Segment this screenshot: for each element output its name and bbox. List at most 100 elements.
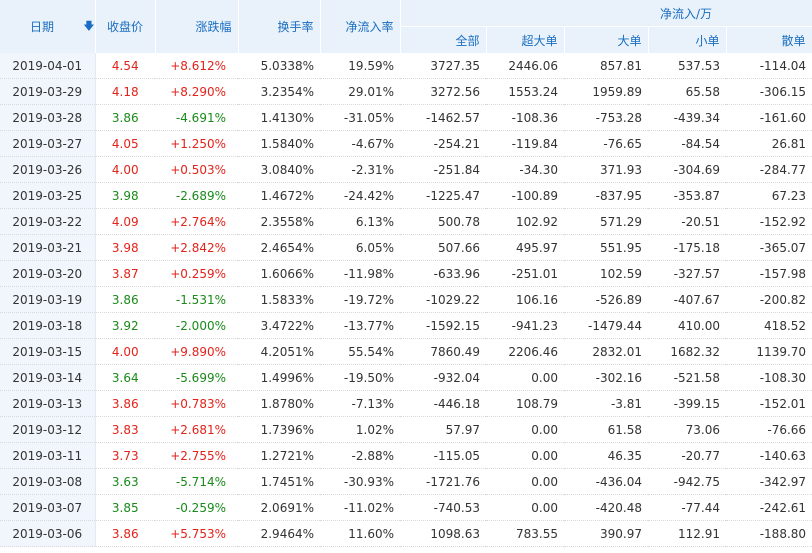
cell-net-inflow-all: 500.78 bbox=[400, 208, 486, 235]
cell-change-pct: -5.699% bbox=[155, 364, 238, 391]
cell-net-inflow-retail: -157.98 bbox=[726, 260, 812, 287]
column-header-super-large[interactable]: 超大单 bbox=[486, 26, 565, 53]
cell-net-inflow-all: -1592.15 bbox=[400, 312, 486, 339]
cell-close: 4.00 bbox=[95, 156, 155, 183]
cell-net-inflow-super-large: -108.36 bbox=[486, 104, 564, 131]
cell-change-pct: +1.250% bbox=[155, 130, 238, 157]
cell-net-inflow-small: 410.00 bbox=[648, 312, 726, 339]
cell-net-inflow-super-large: 106.16 bbox=[486, 286, 564, 313]
cell-net-inflow-small: -84.54 bbox=[648, 130, 726, 157]
cell-net-inflow-super-large: 0.00 bbox=[486, 442, 564, 469]
cell-change-pct: +9.890% bbox=[155, 338, 238, 365]
column-header-small[interactable]: 小单 bbox=[648, 26, 727, 53]
column-group-net-inflow: 净流入/万 bbox=[400, 0, 812, 27]
column-header-change-pct[interactable]: 涨跌幅 bbox=[155, 0, 239, 53]
table-row: 2019-03-27 4.05 +1.250% 1.5840% -4.67% -254.2… bbox=[0, 130, 812, 157]
cell-turnover: 2.4654% bbox=[238, 234, 320, 261]
cell-net-inflow-large: -436.04 bbox=[564, 468, 648, 495]
cell-close: 4.00 bbox=[95, 338, 155, 365]
table-row: 2019-03-22 4.09 +2.764% 2.3558% 6.13% 500.78 1… bbox=[0, 208, 812, 235]
column-header-retail[interactable]: 散单 bbox=[726, 26, 812, 53]
cell-net-inflow-large: -420.48 bbox=[564, 494, 648, 521]
table-row: 2019-03-21 3.98 +2.842% 2.4654% 6.05% 507.66 4… bbox=[0, 234, 812, 261]
column-header-large[interactable]: 大单 bbox=[564, 26, 649, 53]
cell-net-inflow-small: -327.57 bbox=[648, 260, 726, 287]
cell-turnover: 1.6066% bbox=[238, 260, 320, 287]
table-row: 2019-03-20 3.87 +0.259% 1.6066% -11.98% -633.… bbox=[0, 260, 812, 287]
cell-net-inflow-retail: -342.97 bbox=[726, 468, 812, 495]
cell-change-pct: -4.691% bbox=[155, 104, 238, 131]
cell-net-inflow-large: 390.97 bbox=[564, 520, 648, 547]
cell-net-inflow-all: -115.05 bbox=[400, 442, 486, 469]
cell-change-pct: +2.764% bbox=[155, 208, 238, 235]
table-row: 2019-03-25 3.98 -2.689% 1.4672% -24.42% -1225… bbox=[0, 182, 812, 209]
column-header-net-inflow-rate[interactable]: 净流入率 bbox=[320, 0, 401, 53]
cell-net-inflow-rate: -24.42% bbox=[320, 182, 400, 209]
cell-close: 3.86 bbox=[95, 520, 155, 547]
cell-net-inflow-large: 61.58 bbox=[564, 416, 648, 443]
cell-net-inflow-all: -1462.57 bbox=[400, 104, 486, 131]
cell-turnover: 1.4672% bbox=[238, 182, 320, 209]
cell-net-inflow-retail: -108.30 bbox=[726, 364, 812, 391]
cell-date: 2019-03-15 bbox=[0, 338, 96, 365]
cell-change-pct: +2.755% bbox=[155, 442, 238, 469]
cell-net-inflow-retail: -140.63 bbox=[726, 442, 812, 469]
cell-turnover: 2.0691% bbox=[238, 494, 320, 521]
cell-net-inflow-small: -942.75 bbox=[648, 468, 726, 495]
cell-turnover: 3.4722% bbox=[238, 312, 320, 339]
cell-date: 2019-03-06 bbox=[0, 520, 96, 547]
cell-date: 2019-03-22 bbox=[0, 208, 96, 235]
cell-net-inflow-retail: -284.77 bbox=[726, 156, 812, 183]
cell-change-pct: -0.259% bbox=[155, 494, 238, 521]
cell-net-inflow-large: -76.65 bbox=[564, 130, 648, 157]
column-header-all[interactable]: 全部 bbox=[400, 26, 487, 53]
cell-net-inflow-small: -77.44 bbox=[648, 494, 726, 521]
cell-net-inflow-retail: -200.82 bbox=[726, 286, 812, 313]
cell-net-inflow-retail: -306.15 bbox=[726, 78, 812, 105]
table-row: 2019-03-06 3.86 +5.753% 2.9464% 11.60% 1098.6… bbox=[0, 520, 812, 547]
cell-net-inflow-large: 46.35 bbox=[564, 442, 648, 469]
table-row: 2019-03-18 3.92 -2.000% 3.4722% -13.77% -1592… bbox=[0, 312, 812, 339]
cell-net-inflow-large: -837.95 bbox=[564, 182, 648, 209]
cell-net-inflow-all: 57.97 bbox=[400, 416, 486, 443]
cell-change-pct: +2.681% bbox=[155, 416, 238, 443]
table-row: 2019-03-29 4.18 +8.290% 3.2354% 29.01% 3272.5… bbox=[0, 78, 812, 105]
cell-date: 2019-03-13 bbox=[0, 390, 96, 417]
column-header-close[interactable]: 收盘价 bbox=[95, 0, 156, 53]
cell-net-inflow-small: -20.77 bbox=[648, 442, 726, 469]
cell-turnover: 1.4996% bbox=[238, 364, 320, 391]
cell-net-inflow-super-large: -119.84 bbox=[486, 130, 564, 157]
cell-net-inflow-retail: -161.60 bbox=[726, 104, 812, 131]
cell-date: 2019-04-01 bbox=[0, 53, 96, 79]
cell-net-inflow-all: -740.53 bbox=[400, 494, 486, 521]
cell-date: 2019-03-26 bbox=[0, 156, 96, 183]
cell-close: 3.86 bbox=[95, 286, 155, 313]
column-header-date[interactable]: 日期 🡇 bbox=[0, 0, 96, 53]
cell-net-inflow-small: 112.91 bbox=[648, 520, 726, 547]
cell-net-inflow-all: 3272.56 bbox=[400, 78, 486, 105]
cell-change-pct: -2.689% bbox=[155, 182, 238, 209]
table-row: 2019-03-13 3.86 +0.783% 1.8780% -7.13% -446.1… bbox=[0, 390, 812, 417]
sort-down-arrow-icon[interactable]: 🡇 bbox=[83, 17, 94, 36]
cell-net-inflow-all: -633.96 bbox=[400, 260, 486, 287]
cell-close: 3.87 bbox=[95, 260, 155, 287]
cell-net-inflow-rate: -19.50% bbox=[320, 364, 400, 391]
table-row: 2019-03-08 3.63 -5.714% 1.7451% -30.93% -1721… bbox=[0, 468, 812, 495]
column-header-turnover[interactable]: 换手率 bbox=[238, 0, 321, 53]
cell-date: 2019-03-27 bbox=[0, 130, 96, 157]
cell-net-inflow-retail: 26.81 bbox=[726, 130, 812, 157]
cell-net-inflow-retail: -152.92 bbox=[726, 208, 812, 235]
cell-net-inflow-all: -932.04 bbox=[400, 364, 486, 391]
cell-net-inflow-large: 1959.89 bbox=[564, 78, 648, 105]
cell-net-inflow-all: -1225.47 bbox=[400, 182, 486, 209]
cell-net-inflow-rate: -11.98% bbox=[320, 260, 400, 287]
cell-change-pct: +5.753% bbox=[155, 520, 238, 547]
cell-net-inflow-rate: -2.88% bbox=[320, 442, 400, 469]
cell-net-inflow-super-large: -100.89 bbox=[486, 182, 564, 209]
cell-net-inflow-rate: 19.59% bbox=[320, 53, 400, 79]
cell-close: 3.86 bbox=[95, 390, 155, 417]
cell-net-inflow-small: 65.58 bbox=[648, 78, 726, 105]
cell-net-inflow-rate: 6.05% bbox=[320, 234, 400, 261]
cell-net-inflow-rate: -11.02% bbox=[320, 494, 400, 521]
cell-net-inflow-large: 571.29 bbox=[564, 208, 648, 235]
